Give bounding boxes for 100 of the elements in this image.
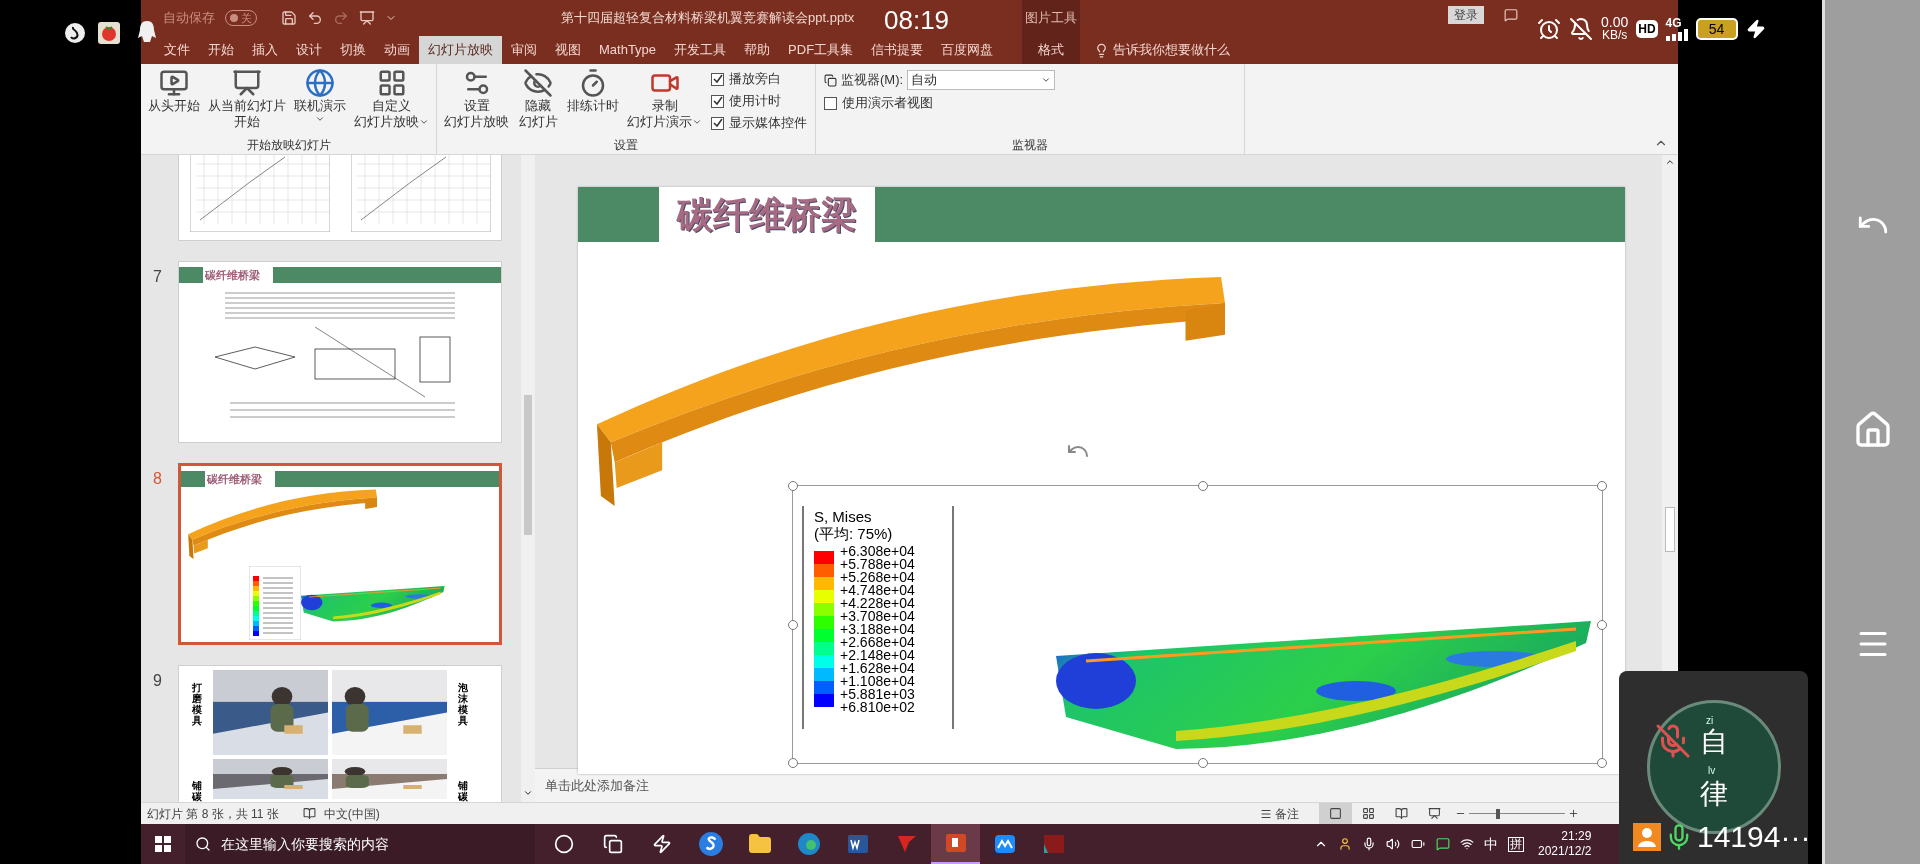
grid-view-icon xyxy=(1361,807,1375,820)
windows-logo-icon[interactable] xyxy=(155,836,171,852)
resize-handle[interactable] xyxy=(788,619,798,630)
legend-value: +5.788e+04 xyxy=(840,558,915,571)
nx-app-icon xyxy=(1041,832,1066,856)
legend-value: +4.748e+04 xyxy=(840,584,915,597)
sign-in-button[interactable]: 登录 xyxy=(1448,6,1484,24)
photo-label: 铺碳 xyxy=(192,780,202,802)
ribbon-tab[interactable]: 切换 xyxy=(331,36,375,64)
taskbar-app[interactable] xyxy=(931,824,980,864)
ribbon-button[interactable]: 从当前幻灯片 开始 xyxy=(205,68,289,130)
resize-handle[interactable] xyxy=(1597,758,1607,768)
network-type: 4G xyxy=(1665,17,1682,29)
caret-icon xyxy=(1041,75,1052,85)
net-speed-unit: KB/s xyxy=(1601,29,1628,42)
powerpoint-icon xyxy=(943,831,968,855)
notes-button[interactable]: 备注 xyxy=(1274,804,1299,823)
view-button[interactable] xyxy=(1318,803,1352,824)
scroll-down-icon[interactable] xyxy=(523,788,533,798)
present-icon[interactable] xyxy=(359,10,375,26)
ribbon-tab[interactable]: 插入 xyxy=(243,36,287,64)
ribbon-tab[interactable]: MathType xyxy=(590,36,666,64)
ribbon-tab[interactable]: 设计 xyxy=(287,36,331,64)
ribbon-tab[interactable]: 开发工具 xyxy=(665,36,736,64)
chat-icon[interactable] xyxy=(1436,837,1450,851)
banner-block xyxy=(179,267,203,283)
ribbon-tab[interactable]: 文件 xyxy=(155,36,199,64)
wifi-icon[interactable] xyxy=(1460,837,1474,851)
checkbox[interactable]: 显示媒体控件 xyxy=(711,112,807,134)
ribbon-button[interactable]: 排练计时 xyxy=(564,68,622,114)
language-label[interactable]: 中文(中国) xyxy=(323,804,380,823)
slideshow-icon xyxy=(1427,807,1441,820)
tomato-icon xyxy=(98,22,120,44)
legend-value: +2.148e+04 xyxy=(840,649,915,662)
slide-thumbnail[interactable]: 碳纤维桥梁 xyxy=(178,463,502,645)
resize-handle[interactable] xyxy=(788,758,798,768)
taskbar-search-field[interactable]: 在这里输入你要搜索的内容 xyxy=(185,824,535,864)
ribbon-tab[interactable]: 帮助 xyxy=(735,36,780,64)
search-icon xyxy=(195,836,211,852)
volume-icon[interactable] xyxy=(1386,837,1400,851)
ribbon-button[interactable]: 隐藏 幻灯片 xyxy=(514,68,562,130)
slide-number: 9 xyxy=(153,672,162,689)
undo-icon[interactable] xyxy=(307,10,323,26)
ime-mode[interactable]: 拼 xyxy=(1508,836,1524,852)
legend-value: +6.308e+04 xyxy=(840,545,915,558)
checkbox[interactable]: 播放旁白 xyxy=(711,68,807,90)
taskbar-time: 21:29 xyxy=(1561,829,1592,844)
save-icon[interactable] xyxy=(281,10,297,26)
ribbon-button[interactable]: 设置 幻灯片放映 xyxy=(441,68,512,130)
ribbon-button[interactable]: 录制 幻灯片演示 xyxy=(624,68,705,130)
slide-thumbnail[interactable] xyxy=(178,155,502,241)
ribbon-tab[interactable]: 视图 xyxy=(546,36,590,64)
ribbon-button[interactable]: 自定义 幻灯片放映 xyxy=(351,68,432,130)
spelling-icon[interactable] xyxy=(302,807,316,820)
ribbon-tab[interactable]: 动画 xyxy=(375,36,419,64)
globe-icon xyxy=(305,68,335,98)
ime-language[interactable]: 中 xyxy=(1484,833,1498,855)
ribbon-button[interactable]: 从头开始 xyxy=(145,68,203,114)
zoom-in-icon[interactable] xyxy=(1567,808,1579,819)
tray-user-icon[interactable] xyxy=(1338,837,1352,851)
badge-character: 自 xyxy=(1700,727,1728,757)
ribbon-tab[interactable]: 格式 xyxy=(1022,36,1080,64)
resize-handle[interactable] xyxy=(788,481,798,491)
slide-counter: 幻灯片 第 8 张，共 11 张 xyxy=(147,805,279,823)
resize-handle[interactable] xyxy=(1197,481,1208,491)
battery-icon[interactable] xyxy=(1410,837,1426,851)
resize-handle[interactable] xyxy=(1597,619,1607,630)
ribbon-tab[interactable]: 开始 xyxy=(199,36,243,64)
taskbar-date: 2021/12/2 xyxy=(1538,844,1592,859)
ribbon-tab[interactable]: 百度网盘 xyxy=(932,36,1003,64)
scroll-thumb[interactable] xyxy=(1665,507,1675,552)
photo-label: 打磨模具 xyxy=(192,682,202,726)
legend-value: +5.881e+03 xyxy=(840,688,915,701)
checkmark-icon xyxy=(712,118,723,128)
mic-off-icon[interactable] xyxy=(1655,723,1691,759)
net-speed: 0.00 xyxy=(1601,16,1629,29)
resize-handle[interactable] xyxy=(1197,758,1208,768)
slide-thumbnail[interactable]: 碳纤维桥梁 xyxy=(178,261,502,443)
resize-handle[interactable] xyxy=(1597,481,1607,491)
reading-view-icon xyxy=(1394,807,1408,820)
slide-thumbnail[interactable]: 打磨模具 铺碳 泡沫模具 铺碳 xyxy=(178,665,502,802)
scroll-up-icon[interactable] xyxy=(1665,157,1675,167)
ribbon-tab[interactable]: 审阅 xyxy=(502,36,546,64)
context-group-label: 图片工具 xyxy=(1022,0,1080,36)
monitor-select[interactable]: 自动 xyxy=(907,70,1056,90)
ribbon-tab[interactable]: PDF工具集 xyxy=(779,36,863,64)
slide-number: 7 xyxy=(153,268,162,285)
ribbon-tab[interactable]: 信书提要 xyxy=(862,36,933,64)
checkbox[interactable]: 使用计时 xyxy=(711,90,807,112)
slide-number: 8 xyxy=(153,470,162,487)
zoom-slider[interactable] xyxy=(1468,808,1565,819)
tell-me-field[interactable]: 告诉我你想要做什么 xyxy=(1094,36,1230,64)
ribbon-button[interactable]: 联机演示 xyxy=(291,68,349,124)
browser-icon xyxy=(796,832,821,856)
ribbon-tab[interactable]: 幻灯片放映 xyxy=(419,36,502,64)
checkbox[interactable]: 使用演示者视图 xyxy=(824,92,1056,114)
scroll-thumb[interactable] xyxy=(524,395,532,535)
legend-value: +1.108e+04 xyxy=(840,675,915,688)
search-placeholder: 在这里输入你要搜索的内容 xyxy=(221,834,389,854)
microphone-icon[interactable] xyxy=(1362,837,1376,851)
